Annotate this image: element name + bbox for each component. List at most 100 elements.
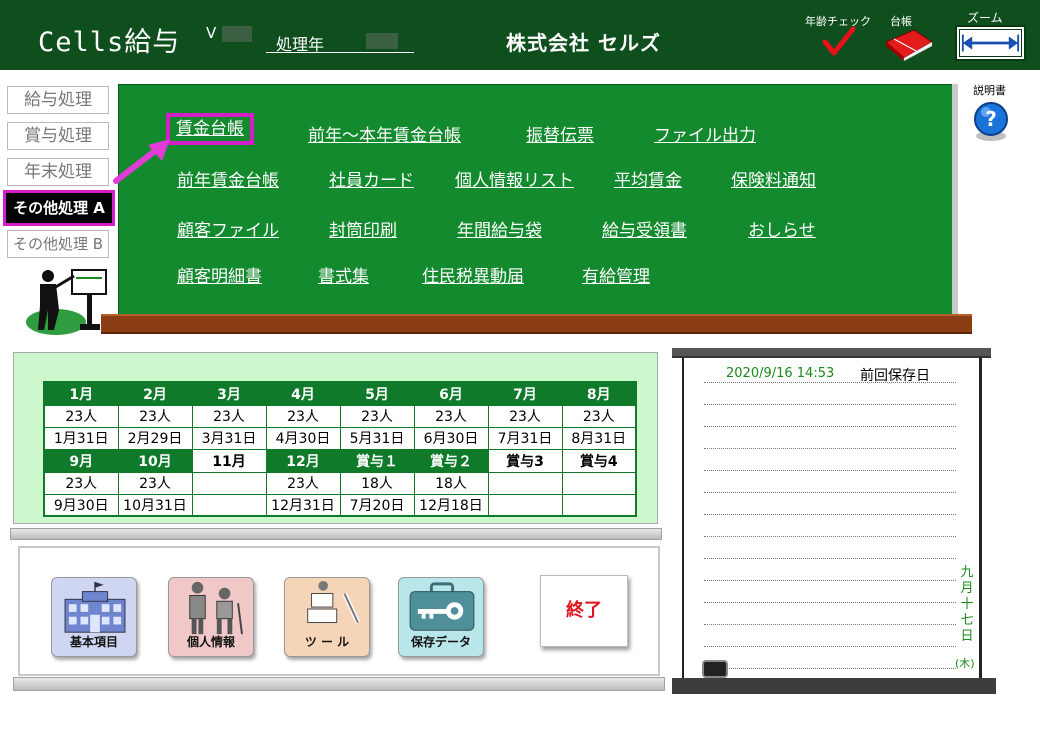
menu-personal-info-list[interactable]: 個人情報リスト (455, 166, 574, 191)
table-row: 1月 2月 3月 4月 5月 6月 7月 8月 (43, 381, 637, 406)
bonus-1-button[interactable]: 賞与１ (339, 448, 415, 473)
month-sep-button[interactable]: 9月 (43, 448, 119, 473)
checkmark-icon[interactable] (822, 26, 856, 58)
bonus-4-button[interactable]: 賞与4 (561, 448, 637, 473)
pay-date: 1月31日 (43, 426, 119, 450)
pay-date: 5月31日 (339, 426, 415, 450)
pay-date (487, 493, 563, 517)
month-may-button[interactable]: 5月 (339, 381, 415, 406)
sidebar-item-year-end[interactable]: 年末処理 (7, 158, 109, 186)
menu-customer-file[interactable]: 顧客ファイル (177, 216, 279, 241)
pay-date: 10月31日 (117, 493, 193, 517)
sidebar-item-other-a[interactable]: その他処理 A (3, 190, 115, 226)
save-data-button[interactable]: 保存データ (398, 577, 484, 657)
ledger-book-icon[interactable] (884, 28, 934, 62)
month-jan-button[interactable]: 1月 (43, 381, 119, 406)
month-nov-button[interactable]: 11月 (191, 448, 267, 473)
notepad-line (704, 404, 956, 405)
tools-button[interactable]: ツ ー ル (284, 577, 370, 657)
notepad-handle[interactable] (702, 660, 728, 678)
table-row: 9月 10月 11月 12月 賞与１ 賞与２ 賞与3 賞与4 (43, 448, 637, 473)
building-icon (64, 581, 126, 633)
table-row: 9月30日 10月31日 12月31日 7月20日 12月18日 (43, 493, 637, 517)
basic-settings-button[interactable]: 基本項目 (51, 577, 137, 657)
company-name: 株式会社 セルズ (506, 31, 661, 55)
notepad-line (704, 580, 956, 581)
zoom-label: ズーム (967, 11, 1003, 25)
menu-employee-card[interactable]: 社員カード (329, 166, 414, 191)
notepad-line (704, 646, 956, 647)
menu-transfer-slip[interactable]: 振替伝票 (526, 121, 594, 146)
bonus-2-button[interactable]: 賞与２ (413, 448, 489, 473)
employee-count: 23人 (265, 471, 341, 495)
pay-date: 12月18日 (413, 493, 489, 517)
notepad-line (704, 514, 956, 515)
month-jun-button[interactable]: 6月 (413, 381, 489, 406)
month-aug-button[interactable]: 8月 (561, 381, 637, 406)
notepad-line (704, 448, 956, 449)
personal-info-button[interactable]: 個人情報 (168, 577, 254, 657)
exit-button[interactable]: 終了 (540, 575, 628, 647)
month-oct-button[interactable]: 10月 (117, 448, 193, 473)
personal-info-label: 個人情報 (186, 635, 235, 649)
month-jul-button[interactable]: 7月 (487, 381, 563, 406)
pay-date: 3月31日 (191, 426, 267, 450)
menu-customer-statement[interactable]: 顧客明細書 (177, 262, 262, 287)
last-saved-label: 前回保存日 (860, 368, 930, 384)
pointer-arrow-icon (113, 139, 170, 184)
employee-count: 23人 (191, 404, 267, 428)
notepad-line (704, 536, 956, 537)
menu-file-output[interactable]: ファイル出力 (654, 121, 756, 146)
menu-annual-pay-envelope[interactable]: 年間給与袋 (457, 216, 542, 241)
calendar-shelf (10, 528, 662, 540)
header-bar: Cells給与 V 処理年 株式会社 セルズ 年齢チェック 台帳 ズーム (0, 0, 1040, 70)
sidebar-item-bonus[interactable]: 賞与処理 (7, 122, 109, 150)
processing-year-value-masked (366, 33, 398, 49)
employee-count: 23人 (43, 471, 119, 495)
pay-date: 2月29日 (117, 426, 193, 450)
menu-wage-ledger[interactable]: 賃金台帳 (166, 113, 254, 145)
menu-pay-receipt[interactable]: 給与受領書 (602, 216, 687, 241)
month-apr-button[interactable]: 4月 (265, 381, 341, 406)
employee-count (561, 471, 637, 495)
version-label: V (206, 24, 217, 42)
tool-shelf (13, 677, 665, 691)
table-row: 23人 23人 23人 18人 18人 (43, 471, 637, 495)
menu-envelope-print[interactable]: 封筒印刷 (329, 216, 397, 241)
menu-average-wage[interactable]: 平均賃金 (614, 166, 682, 191)
employee-count: 23人 (487, 404, 563, 428)
tools-icon (307, 580, 361, 624)
menu-prev-current-wage-ledger[interactable]: 前年～本年賃金台帳 (308, 121, 461, 146)
pay-date: 8月31日 (561, 426, 637, 450)
month-mar-button[interactable]: 3月 (191, 381, 267, 406)
employee-count: 23人 (117, 404, 193, 428)
help-icon[interactable]: ? (972, 100, 1010, 142)
pay-date (561, 493, 637, 517)
menu-notice[interactable]: おしらせ (748, 216, 816, 241)
month-dec-button[interactable]: 12月 (265, 448, 341, 473)
pay-date: 6月30日 (413, 426, 489, 450)
notepad-line (704, 602, 956, 603)
employee-count: 23人 (413, 404, 489, 428)
pay-date: 7月31日 (487, 426, 563, 450)
menu-resident-tax-change[interactable]: 住民税異動届 (422, 262, 524, 287)
menu-forms[interactable]: 書式集 (318, 262, 369, 287)
last-saved-time: 2020/9/16 14:53 (726, 366, 835, 381)
pay-date: 7月20日 (339, 493, 415, 517)
menu-paid-leave[interactable]: 有給管理 (582, 262, 650, 287)
today-date-vertical: 九月十七日 (960, 565, 974, 644)
menu-prev-wage-ledger[interactable]: 前年賃金台帳 (177, 166, 279, 191)
notepad-line (704, 558, 956, 559)
bonus-3-button[interactable]: 賞与3 (487, 448, 563, 473)
sidebar-item-salary[interactable]: 給与処理 (7, 86, 109, 114)
month-feb-button[interactable]: 2月 (117, 381, 193, 406)
processing-year-field[interactable]: 処理年 (266, 31, 414, 54)
employee-count: 23人 (43, 404, 119, 428)
processing-year-label: 処理年 (276, 35, 325, 54)
zoom-button[interactable] (955, 25, 1026, 61)
sidebar-item-other-b[interactable]: その他処理 B (7, 230, 109, 258)
menu-insurance-notice[interactable]: 保険料通知 (731, 166, 816, 191)
save-data-label: 保存データ (410, 635, 471, 649)
ledger-label: 台帳 (890, 15, 912, 28)
tools-label: ツ ー ル (304, 635, 350, 649)
